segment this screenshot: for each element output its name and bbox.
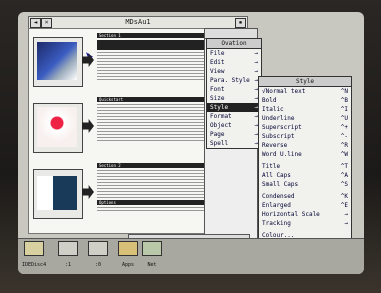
iconbar: IDEDisc4 :1 :0 Apps Net <box>18 238 364 274</box>
shortcut-label: ^E <box>340 202 348 209</box>
style-item-superscript[interactable]: Superscript ^+ <box>259 123 351 132</box>
document-page[interactable]: Section 1 Quickstart Section 2 Options <box>28 28 230 234</box>
window-title: MDsAu1 <box>125 18 151 26</box>
menu-item-spell[interactable]: Spell → <box>207 139 261 148</box>
menu-item-label: Format <box>210 113 232 120</box>
menu-item-format[interactable]: Format → <box>207 112 261 121</box>
menu-item-para-style[interactable]: Para. Style → <box>207 76 261 85</box>
style-item-reverse[interactable]: Reverse ^R <box>259 141 351 150</box>
style-item-label: √Normal text <box>262 88 306 95</box>
style-item-label: Word U.line <box>262 151 302 158</box>
shortcut-label: ^U <box>340 115 348 122</box>
menu-item-label: Edit <box>210 59 225 66</box>
menu-item-label: File <box>210 50 225 57</box>
shortcut-label: ^I <box>340 106 348 113</box>
menu-item-object[interactable]: Object → <box>207 121 261 130</box>
iconbar-label: Apps <box>121 262 135 268</box>
style-item-bold[interactable]: Bold ^B <box>259 96 351 105</box>
arrow-right-icon <box>82 185 94 199</box>
menu-item-style[interactable]: Style → <box>207 103 261 112</box>
menu-item-label: View <box>210 68 225 75</box>
style-item-label: Italic <box>262 106 284 113</box>
menu-item-view[interactable]: View → <box>207 67 261 76</box>
toggle-size-icon[interactable]: ▪ <box>235 18 246 28</box>
style-item-tracking[interactable]: Tracking → <box>259 219 351 228</box>
style-item-label: Enlarged <box>262 202 291 209</box>
harddisc-icon[interactable] <box>24 241 44 259</box>
apps-icon[interactable] <box>118 241 138 259</box>
main-menu-title: Ovation <box>207 39 261 49</box>
style-item-enlarged[interactable]: Enlarged ^E <box>259 201 351 210</box>
style-item-all-caps[interactable]: All Caps ^A <box>259 171 351 180</box>
iconbar-label: Net <box>147 262 157 268</box>
thumbnail-image-2[interactable] <box>33 103 83 153</box>
floppy-drive-1-icon[interactable] <box>58 241 78 259</box>
menu-item-label: Size <box>210 95 225 102</box>
style-item-condensed[interactable]: Condensed ^K <box>259 192 351 201</box>
style-item-label: All Caps <box>262 172 291 179</box>
submenu-arrow-icon: → <box>254 59 258 66</box>
iconbar-label: :1 <box>64 262 72 268</box>
style-submenu: Style √Normal text ^N Bold ^B Italic ^I Underl… <box>258 76 352 241</box>
style-item-normal-text[interactable]: √Normal text ^N <box>259 87 351 96</box>
menu-item-font[interactable]: Font → <box>207 85 261 94</box>
style-item-horizontal-scale[interactable]: Horizontal Scale → <box>259 210 351 219</box>
thumbnail-image-3[interactable] <box>33 169 83 219</box>
shortcut-label: ^- <box>340 133 348 140</box>
style-item-label: Underline <box>262 115 295 122</box>
iconbar-label: :0 <box>94 262 102 268</box>
style-item-italic[interactable]: Italic ^I <box>259 105 351 114</box>
menu-item-page[interactable]: Page → <box>207 130 261 139</box>
shortcut-label: ^R <box>340 142 348 149</box>
style-item-label: Title <box>262 163 281 170</box>
screen: ◄ × MDsAu1 ▪ Section 1 Quickstart Sectio… <box>18 12 364 274</box>
style-item-label: Bold <box>262 97 277 104</box>
style-item-label: Tracking <box>262 220 291 227</box>
shortcut-label: → <box>344 211 348 218</box>
style-menu-title: Style <box>259 77 351 87</box>
menu-item-label: Page <box>210 131 225 138</box>
shortcut-label: → <box>344 220 348 227</box>
arrow-right-icon <box>82 119 94 133</box>
menu-item-label: Object <box>210 122 232 129</box>
main-menu: Ovation File → Edit → View → Para. Style → Font →… <box>206 38 262 149</box>
shortcut-label: ^K <box>340 193 348 200</box>
menu-item-file[interactable]: File → <box>207 49 261 58</box>
style-item-label: Subscript <box>262 133 295 140</box>
style-item-label: Condensed <box>262 193 295 200</box>
thumbnail-image-1[interactable] <box>33 37 83 87</box>
style-item-underline[interactable]: Underline ^U <box>259 114 351 123</box>
menu-item-edit[interactable]: Edit → <box>207 58 261 67</box>
menu-item-label: Spell <box>210 140 229 147</box>
menu-item-label: Para. Style <box>210 77 250 84</box>
style-item-word-u-line[interactable]: Word U.line ^W <box>259 150 351 159</box>
submenu-arrow-icon: → <box>254 68 258 75</box>
style-item-title[interactable]: Title ^T <box>259 162 351 171</box>
style-item-label: Small Caps <box>262 181 299 188</box>
menu-item-label: Style <box>210 104 229 111</box>
style-item-label: Superscript <box>262 124 302 131</box>
iconbar-label: IDEDisc4 <box>22 262 47 268</box>
shortcut-label: ^T <box>340 163 348 170</box>
shortcut-label: ^W <box>340 151 348 158</box>
shortcut-label: ^+ <box>340 124 348 131</box>
style-item-subscript[interactable]: Subscript ^- <box>259 132 351 141</box>
floppy-drive-0-icon[interactable] <box>88 241 108 259</box>
network-icon[interactable] <box>142 241 162 259</box>
menu-item-label: Font <box>210 86 225 93</box>
submenu-arrow-icon: → <box>254 50 258 57</box>
shortcut-label: ^N <box>340 88 348 95</box>
shortcut-label: ^A <box>340 172 348 179</box>
style-item-label: Reverse <box>262 142 288 149</box>
style-item-label: Horizontal Scale <box>262 211 320 218</box>
style-item-small-caps[interactable]: Small Caps ^S <box>259 180 351 189</box>
shortcut-label: ^B <box>340 97 348 104</box>
shortcut-label: ^S <box>340 181 348 188</box>
menu-item-size[interactable]: Size → <box>207 94 261 103</box>
